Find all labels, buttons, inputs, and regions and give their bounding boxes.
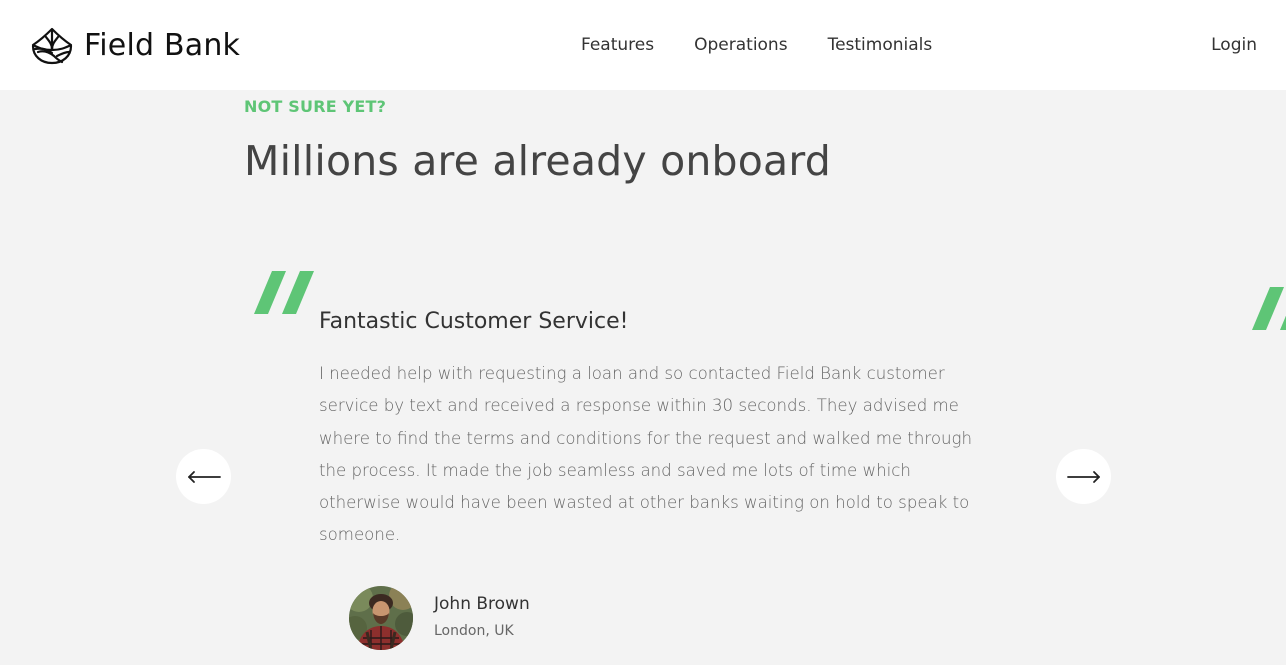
primary-nav: Features Operations Testimonials: [581, 33, 932, 57]
author-name: John Brown: [434, 593, 530, 614]
testimonial-text: I needed help with requesting a loan and…: [319, 364, 973, 545]
arrow-left-icon: [187, 470, 221, 484]
avatar: [349, 586, 413, 650]
author-location: London, UK: [434, 622, 514, 639]
nav-link-features[interactable]: Features: [581, 33, 654, 57]
section-eyebrow: NOT SURE YET?: [244, 97, 387, 116]
author-info: John Brown London, UK: [434, 594, 530, 641]
slider-prev-button[interactable]: [176, 449, 231, 504]
slider-next-button[interactable]: [1056, 449, 1111, 504]
nav-link-testimonials[interactable]: Testimonials: [828, 33, 933, 57]
quote-mark-icon: [1252, 287, 1286, 333]
login-link[interactable]: Login: [1211, 33, 1257, 57]
navbar: Field Bank Features Operations Testimoni…: [0, 0, 1286, 90]
nav-link-operations[interactable]: Operations: [694, 33, 787, 57]
field-bank-logo-icon: [30, 26, 74, 66]
testimonial-title: Fantastic Customer Service!: [319, 309, 629, 334]
testimonial-author: John Brown London, UK: [349, 586, 530, 650]
page: Field Bank Features Operations Testimoni…: [0, 0, 1286, 665]
section-headline: Millions are already onboard: [244, 137, 831, 185]
quote-mark-icon: [254, 271, 314, 317]
arrow-right-icon: [1066, 470, 1101, 484]
brand-name: Field Bank: [84, 28, 241, 63]
brand-logo[interactable]: Field Bank: [30, 26, 240, 66]
